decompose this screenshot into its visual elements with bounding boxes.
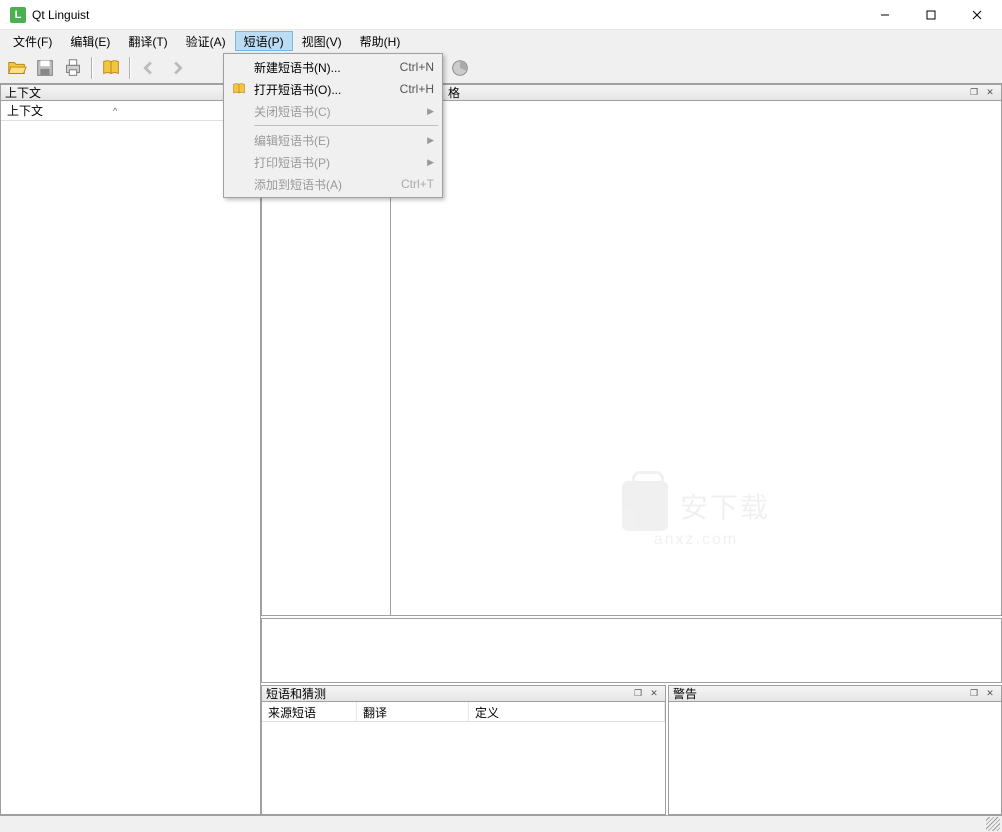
context-list[interactable]: 上下文 ^ xyxy=(0,101,261,815)
col-definition[interactable]: 定义 xyxy=(469,702,665,721)
panel-title: 上下文 xyxy=(5,84,41,101)
phrases-table[interactable]: 来源短语 翻译 定义 xyxy=(261,702,666,815)
watermark: 安下载 anxz.com xyxy=(622,481,770,549)
separator xyxy=(254,125,438,126)
context-header[interactable]: 上下文 ❐ ✕ xyxy=(0,84,261,101)
menu-label: 打印短语书(P) xyxy=(250,154,424,171)
warnings-header[interactable]: 警告 ❐ ✕ xyxy=(668,685,1002,702)
menu-open-phrasebook[interactable]: 打开短语书(O)... Ctrl+H xyxy=(226,78,440,100)
statusbar xyxy=(0,815,1002,832)
minimize-button[interactable] xyxy=(862,0,908,30)
submenu-arrow-icon: ▶ xyxy=(424,135,434,146)
close-panel-icon[interactable]: ✕ xyxy=(983,687,997,701)
panel-title: 短语和猜测 xyxy=(266,685,326,702)
prev-button[interactable] xyxy=(136,55,162,81)
context-column-header[interactable]: 上下文 ^ xyxy=(1,101,260,121)
main-area: 上下文 ❐ ✕ 上下文 ^ 格 ❐ ✕ 可用 xyxy=(0,84,1002,815)
col-translation[interactable]: 翻译 xyxy=(357,702,469,721)
undock-icon[interactable]: ❐ xyxy=(967,687,981,701)
blank-icon xyxy=(228,175,250,193)
window-title: Qt Linguist xyxy=(32,8,862,22)
context-panel: 上下文 ❐ ✕ 上下文 ^ xyxy=(0,84,261,815)
menu-close-phrasebook: 关闭短语书(C) ▶ xyxy=(226,100,440,122)
blank-icon xyxy=(228,102,250,120)
print-button[interactable] xyxy=(60,55,86,81)
column-label: 上下文 xyxy=(7,102,43,119)
shortcut: Ctrl+T xyxy=(391,177,434,191)
panel-title: 格 xyxy=(448,84,460,101)
submenu-arrow-icon: ▶ xyxy=(424,106,434,117)
phrases-dropdown: 新建短语书(N)... Ctrl+N 打开短语书(O)... Ctrl+H 关闭… xyxy=(223,53,443,198)
app-icon: L xyxy=(10,7,26,23)
shortcut: Ctrl+N xyxy=(390,60,434,74)
menubar: 文件(F) 编辑(E) 翻译(T) 验证(A) 短语(P) 视图(V) 帮助(H… xyxy=(0,30,1002,52)
menu-edit-phrasebook: 编辑短语书(E) ▶ xyxy=(226,129,440,151)
separator xyxy=(129,57,131,79)
menu-print-phrasebook: 打印短语书(P) ▶ xyxy=(226,151,440,173)
window-controls xyxy=(862,0,1000,30)
shortcut: Ctrl+H xyxy=(390,82,434,96)
menu-new-phrasebook[interactable]: 新建短语书(N)... Ctrl+N xyxy=(226,56,440,78)
bottom-row: 短语和猜测 ❐ ✕ 来源短语 翻译 定义 警告 ❐ xyxy=(261,685,1002,815)
book-icon xyxy=(228,80,250,98)
menu-phrases[interactable]: 短语(P) xyxy=(235,31,293,51)
menu-translate[interactable]: 翻译(T) xyxy=(119,31,176,51)
stats-button[interactable] xyxy=(447,55,473,81)
menu-edit[interactable]: 编辑(E) xyxy=(61,31,119,51)
close-button[interactable] xyxy=(954,0,1000,30)
phrases-table-header: 来源短语 翻译 定义 xyxy=(262,702,665,722)
blank-icon xyxy=(228,153,250,171)
phrasebook-button[interactable] xyxy=(98,55,124,81)
menu-add-to-phrasebook: 添加到短语书(A) Ctrl+T xyxy=(226,173,440,195)
warnings-panel: 警告 ❐ ✕ xyxy=(668,685,1002,815)
blank-icon xyxy=(228,131,250,149)
warnings-list[interactable] xyxy=(668,702,1002,815)
submenu-arrow-icon: ▶ xyxy=(424,157,434,168)
menu-label: 打开短语书(O)... xyxy=(250,81,390,98)
menu-label: 关闭短语书(C) xyxy=(250,103,424,120)
undock-icon[interactable]: ❐ xyxy=(967,86,981,100)
phrases-panel: 短语和猜测 ❐ ✕ 来源短语 翻译 定义 xyxy=(261,685,666,815)
open-button[interactable] xyxy=(4,55,30,81)
source-view[interactable]: 可用 安下载 anxz.com xyxy=(391,101,1002,616)
menu-label: 新建短语书(N)... xyxy=(250,59,390,76)
menu-file[interactable]: 文件(F) xyxy=(4,31,61,51)
next-button[interactable] xyxy=(164,55,190,81)
maximize-button[interactable] xyxy=(908,0,954,30)
phrases-header[interactable]: 短语和猜测 ❐ ✕ xyxy=(261,685,666,702)
toolbar xyxy=(0,52,1002,84)
menu-help[interactable]: 帮助(H) xyxy=(351,31,410,51)
titlebar: L Qt Linguist xyxy=(0,0,1002,30)
close-panel-icon[interactable]: ✕ xyxy=(983,86,997,100)
col-source[interactable]: 来源短语 xyxy=(262,702,357,721)
separator xyxy=(91,57,93,79)
menu-label: 编辑短语书(E) xyxy=(250,132,424,149)
sort-indicator-icon: ^ xyxy=(113,106,117,116)
close-panel-icon[interactable]: ✕ xyxy=(647,687,661,701)
undock-icon[interactable]: ❐ xyxy=(631,687,645,701)
panel-title: 警告 xyxy=(673,685,697,702)
menu-validate[interactable]: 验证(A) xyxy=(177,31,235,51)
menu-label: 添加到短语书(A) xyxy=(250,176,391,193)
resize-grip-icon[interactable] xyxy=(986,817,1000,831)
menu-view[interactable]: 视图(V) xyxy=(293,31,351,51)
translation-edit-panel[interactable] xyxy=(261,618,1002,683)
blank-icon xyxy=(228,58,250,76)
save-button[interactable] xyxy=(32,55,58,81)
